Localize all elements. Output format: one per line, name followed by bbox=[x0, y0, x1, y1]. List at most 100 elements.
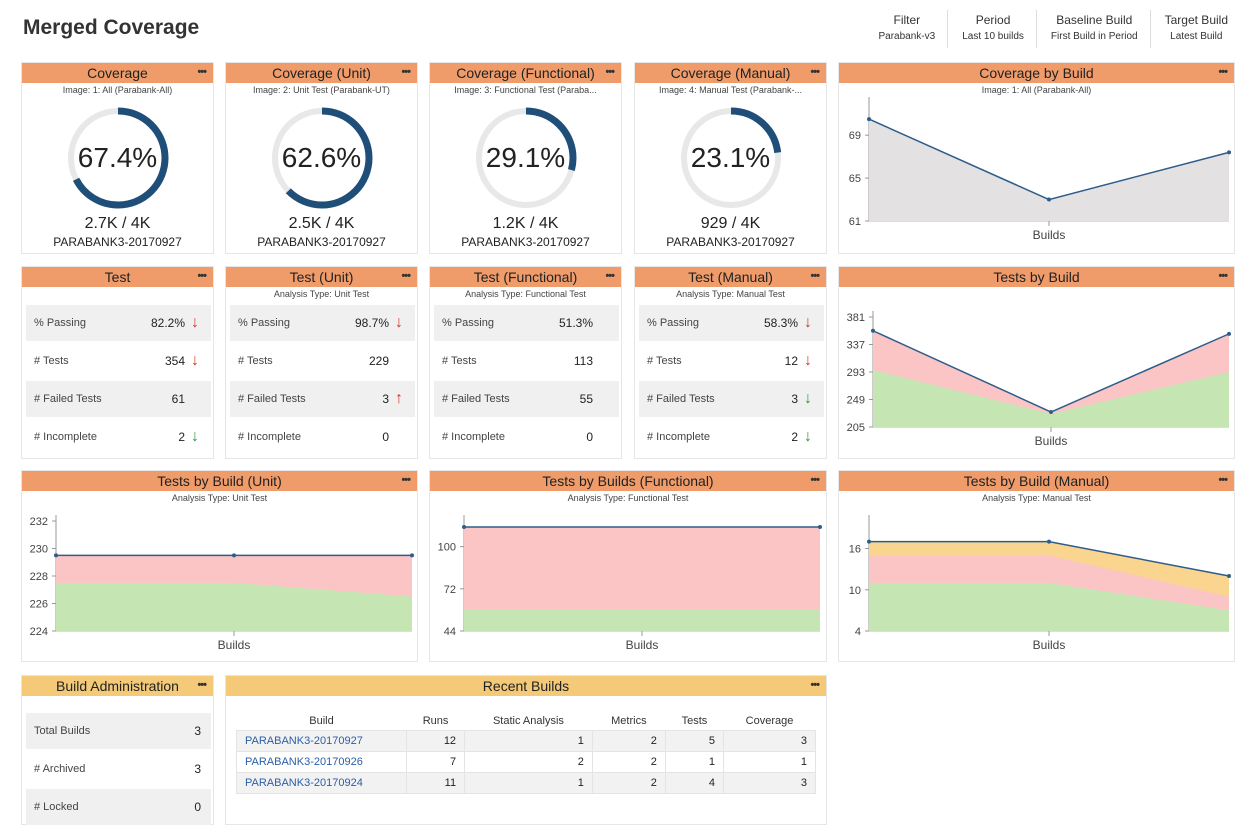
build-link[interactable]: PARABANK3-20170926 bbox=[236, 751, 407, 773]
widget-menu-icon[interactable]: ••• bbox=[197, 266, 207, 286]
widget-header: Coverage (Functional) ••• bbox=[430, 63, 621, 83]
stat-label: # Tests bbox=[442, 355, 477, 367]
target-build-selector[interactable]: Target Build Latest Build bbox=[1149, 10, 1240, 48]
build-link[interactable]: PARABANK3-20170927 bbox=[236, 730, 407, 752]
widget-menu-icon[interactable]: ••• bbox=[810, 675, 820, 695]
runs-cell: 12 bbox=[405, 730, 466, 752]
data-point[interactable] bbox=[1227, 574, 1231, 578]
coverage-percent: 62.6% bbox=[281, 142, 362, 173]
stat-row-passing[interactable]: % Passing 51.3% bbox=[434, 305, 619, 341]
y-tick-label: 65 bbox=[849, 173, 861, 185]
data-point[interactable] bbox=[867, 117, 871, 122]
data-point[interactable] bbox=[462, 525, 466, 530]
metrics-cell: 2 bbox=[591, 772, 666, 794]
widget-header: Coverage (Unit) ••• bbox=[226, 63, 417, 83]
y-tick-label: 10 bbox=[849, 585, 861, 597]
test-manual-widget: Test (Manual) ••• Analysis Type: Manual T… bbox=[634, 266, 827, 459]
column-header-metrics[interactable]: Metrics bbox=[592, 712, 665, 731]
widget-menu-icon[interactable]: ••• bbox=[197, 62, 207, 82]
data-point[interactable] bbox=[867, 539, 871, 544]
widget-menu-icon[interactable]: ••• bbox=[605, 266, 615, 286]
column-header-build[interactable]: Build bbox=[237, 712, 407, 731]
data-point[interactable] bbox=[410, 553, 414, 558]
filter-value: Parabank-v3 bbox=[878, 31, 936, 42]
data-point[interactable] bbox=[1049, 410, 1053, 414]
target-build-value: Latest Build bbox=[1170, 31, 1223, 42]
widget-title: Coverage (Functional) bbox=[456, 65, 595, 81]
y-tick-label: 228 bbox=[30, 571, 48, 583]
stat-row-archived[interactable]: # Archived 3 bbox=[26, 751, 211, 787]
period-selector[interactable]: Period Last 10 builds bbox=[947, 10, 1036, 48]
y-tick-label: 226 bbox=[30, 599, 48, 611]
stat-row-failed[interactable]: # Failed Tests 55 bbox=[434, 381, 619, 417]
stat-row-tests[interactable]: # Tests 113 bbox=[434, 343, 619, 379]
stat-row-failed[interactable]: # Failed Tests 3 ↑ bbox=[230, 381, 415, 417]
stat-row-locked[interactable]: # Locked 0 bbox=[26, 789, 211, 825]
widget-header: Recent Builds ••• bbox=[226, 676, 826, 696]
stat-label: # Incomplete bbox=[34, 431, 97, 443]
arrow-down-icon: ↓ bbox=[191, 428, 199, 445]
column-header-static-analysis[interactable]: Static Analysis bbox=[465, 712, 593, 731]
coverage-manual-widget: Coverage (Manual) ••• Image: 4: Manual Te… bbox=[634, 62, 827, 254]
tests-by-build-widget: Tests by Build ••• 205 249 293 337 381 Builds bbox=[838, 266, 1235, 459]
widget-menu-icon[interactable]: ••• bbox=[401, 266, 411, 286]
widget-title: Coverage (Manual) bbox=[670, 65, 791, 81]
stat-row-incomplete[interactable]: # Incomplete 0 bbox=[434, 419, 619, 455]
coverage-ratio: 2.7K / 4K bbox=[84, 215, 151, 232]
coverage-gauge: 62.6% bbox=[269, 105, 375, 211]
stat-row-incomplete[interactable]: # Incomplete 0 bbox=[230, 419, 415, 455]
coverage-widget: Coverage ••• Image: 1: All (Parabank-All)… bbox=[21, 62, 214, 254]
baseline-build-selector[interactable]: Baseline Build First Build in Period bbox=[1035, 10, 1150, 48]
tests-by-build-manual-widget: Tests by Build (Manual) ••• Analysis Type… bbox=[838, 470, 1235, 662]
data-point[interactable] bbox=[1227, 150, 1231, 155]
widget-menu-icon[interactable]: ••• bbox=[810, 266, 820, 286]
widget-subtitle: Image: 4: Manual Test (Parabank-... bbox=[659, 85, 802, 95]
stat-row-passing[interactable]: % Passing 98.7% ↓ bbox=[230, 305, 415, 341]
test-unit-widget: Test (Unit) ••• Analysis Type: Unit Test … bbox=[225, 266, 418, 459]
widget-title: Test (Functional) bbox=[473, 269, 578, 285]
y-tick-label: 100 bbox=[438, 542, 456, 554]
stat-label: # Failed Tests bbox=[34, 393, 102, 405]
widget-menu-icon[interactable]: ••• bbox=[810, 62, 820, 82]
data-point[interactable] bbox=[1047, 197, 1051, 202]
tests-by-build-unit-chart: 224 226 228 230 232 Builds bbox=[30, 515, 414, 652]
stat-row-passing[interactable]: % Passing 82.2% ↓ bbox=[26, 305, 211, 341]
stat-label: # Incomplete bbox=[647, 431, 710, 443]
stat-row-passing[interactable]: % Passing 58.3% ↓ bbox=[639, 305, 824, 341]
coverage-by-build-widget: Coverage by Build ••• Image: 1: All (Para… bbox=[838, 62, 1235, 254]
table-row: PARABANK3-20170927 12 1 2 5 3 bbox=[236, 730, 817, 752]
column-header-coverage[interactable]: Coverage bbox=[723, 712, 815, 731]
coverage-gauge: 29.1% bbox=[473, 105, 579, 211]
stat-value: 2 bbox=[791, 430, 798, 444]
widget-title: Coverage bbox=[87, 65, 148, 81]
widget-menu-icon[interactable]: ••• bbox=[605, 62, 615, 82]
column-header-tests[interactable]: Tests bbox=[665, 712, 723, 731]
build-link[interactable]: PARABANK3-20170924 bbox=[236, 772, 407, 794]
data-point[interactable] bbox=[1227, 331, 1231, 336]
stat-row-tests[interactable]: # Tests 12 ↓ bbox=[639, 343, 824, 379]
y-tick-label: 232 bbox=[30, 516, 48, 528]
widget-header: Test (Manual) ••• bbox=[635, 267, 826, 287]
data-point[interactable] bbox=[818, 525, 822, 530]
stat-row-failed[interactable]: # Failed Tests 61 bbox=[26, 381, 211, 417]
widget-menu-icon[interactable]: ••• bbox=[197, 675, 207, 695]
column-header-runs[interactable]: Runs bbox=[407, 712, 465, 731]
data-point[interactable] bbox=[54, 553, 58, 558]
stat-row-incomplete[interactable]: # Incomplete 2 ↓ bbox=[26, 419, 211, 455]
coverage-cell: 3 bbox=[722, 772, 817, 794]
stat-row-failed[interactable]: # Failed Tests 3 ↓ bbox=[639, 381, 824, 417]
widget-menu-icon[interactable]: ••• bbox=[401, 62, 411, 82]
stat-row-tests[interactable]: # Tests 229 bbox=[230, 343, 415, 379]
filter-selector[interactable]: Filter Parabank-v3 bbox=[865, 10, 948, 48]
stat-row-tests[interactable]: # Tests 354 ↓ bbox=[26, 343, 211, 379]
data-point[interactable] bbox=[871, 328, 875, 333]
data-point[interactable] bbox=[232, 553, 236, 558]
stat-row-incomplete[interactable]: # Incomplete 2 ↓ bbox=[639, 419, 824, 455]
coverage-area bbox=[869, 119, 1229, 221]
data-point[interactable] bbox=[1047, 539, 1051, 544]
stat-row-total-builds[interactable]: Total Builds 3 bbox=[26, 713, 211, 749]
tests-cell: 4 bbox=[664, 772, 724, 794]
static-analysis-cell: 2 bbox=[464, 751, 593, 773]
coverage-functional-widget: Coverage (Functional) ••• Image: 3: Funct… bbox=[429, 62, 622, 254]
stat-label: # Incomplete bbox=[238, 431, 301, 443]
